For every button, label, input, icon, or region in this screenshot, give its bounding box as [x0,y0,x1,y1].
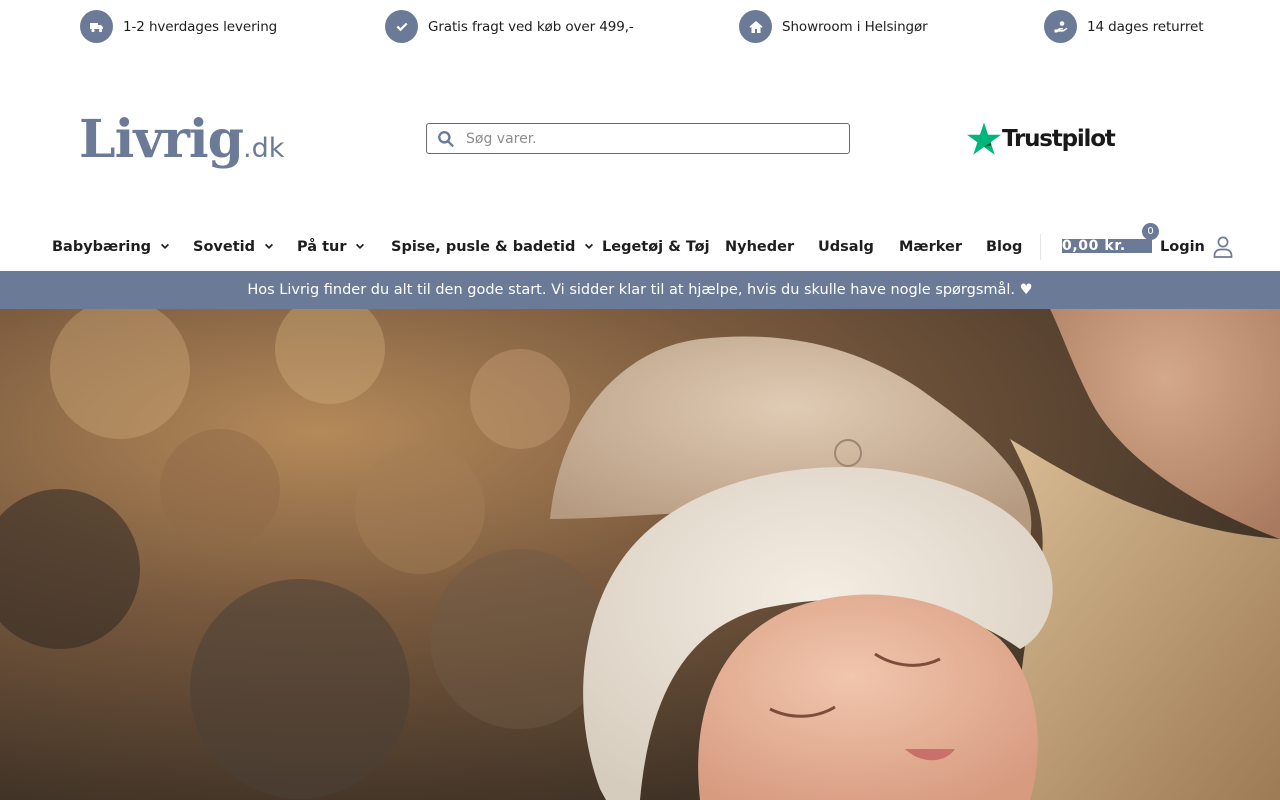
trustpilot-label: Trustpilot [1002,126,1116,152]
logo-tld-text: .dk [243,133,285,164]
usp-returns: 14 dages returret [1044,10,1203,43]
hero-photo [0,309,1280,800]
search-input[interactable] [466,125,836,152]
nav-item-label: Babybæring [52,239,152,255]
nav-item-label: På tur [297,239,347,255]
chevron-down-icon [355,242,365,252]
nav-item-udsalg[interactable]: Udsalg [818,228,874,266]
nav-item-label: Legetøj & Tøj [602,239,710,255]
chevron-down-icon [160,242,170,252]
trustpilot-logo[interactable]: Trustpilot [966,119,1122,159]
usp-delivery-text: 1-2 hverdages levering [123,18,278,35]
nav-item-legetoej-toej[interactable]: Legetøj & Tøj [602,228,710,266]
nav-item-label: Spise, pusle & badetid [391,239,576,255]
chevron-down-icon [264,242,274,252]
nav-item-blog[interactable]: Blog [986,228,1022,266]
nav-item-maerker[interactable]: Mærker [899,228,962,266]
truck-icon [80,10,113,43]
search-icon[interactable] [436,129,456,149]
usp-delivery: 1-2 hverdages levering [80,10,277,43]
logo-wordmark: Livrig.dk [79,106,284,183]
announcement-text: Hos Livrig finder du alt til den gode st… [247,282,1033,298]
site-logo[interactable]: Livrig.dk [79,106,284,174]
nav-item-spise-pusle-badetid[interactable]: Spise, pusle & badetid [391,228,594,266]
usp-showroom-text: Showroom i Helsingør [782,18,928,35]
announcement-bar: Hos Livrig finder du alt til den gode st… [0,271,1280,309]
search-box[interactable] [426,123,850,154]
trustpilot-star-icon [966,121,1002,157]
hero-image [0,309,1280,800]
cart-button[interactable]: 0,00 kr. 0 [1062,223,1159,253]
nav-item-babybaering[interactable]: Babybæring [52,228,170,266]
nav-item-label: Blog [986,239,1023,255]
nav-divider [1040,234,1041,260]
user-icon [1213,236,1233,258]
nav-item-label: Udsalg [818,239,874,255]
nav-item-label: Sovetid [193,239,255,255]
nav-item-nyheder[interactable]: Nyheder [725,228,794,266]
usp-free-shipping-text: Gratis fragt ved køb over 499,- [428,18,634,35]
logo-main-text: Livrig [79,109,244,170]
usp-returns-text: 14 dages returret [1087,18,1204,35]
login-label: Login [1160,239,1205,255]
usp-bar: 1-2 hverdages levering Gratis fragt ved … [0,0,1280,52]
home-icon [739,10,772,43]
cart-amount: 0,00 kr. [1062,239,1152,253]
usp-showroom: Showroom i Helsingør [739,10,928,43]
nav-item-paa-tur[interactable]: På tur [297,228,365,266]
nav-item-sovetid[interactable]: Sovetid [193,228,274,266]
login-link[interactable]: Login [1160,234,1233,260]
return-hand-icon [1044,10,1077,43]
check-icon [385,10,418,43]
usp-free-shipping: Gratis fragt ved køb over 499,- [385,10,634,43]
cart-count-badge: 0 [1142,223,1159,240]
nav-item-label: Nyheder [725,239,795,255]
chevron-down-icon [584,242,594,252]
nav-item-label: Mærker [899,239,963,255]
